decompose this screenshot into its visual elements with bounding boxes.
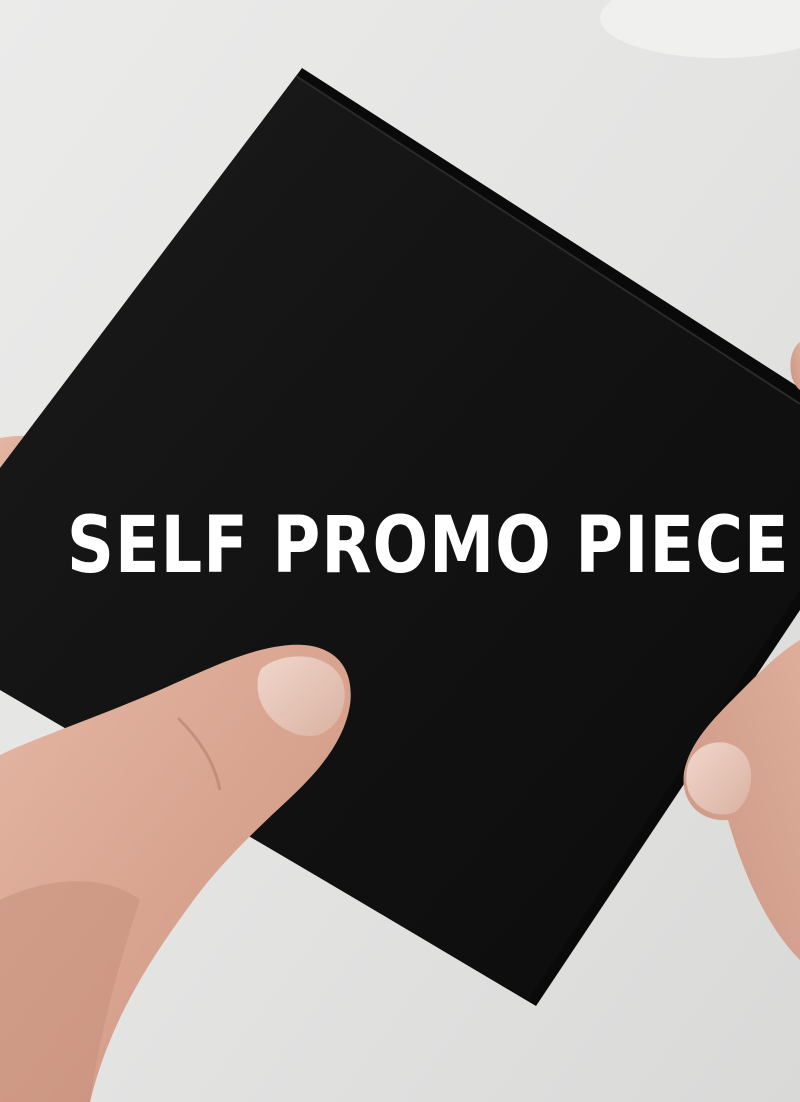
overlay-title: SELF PROMO PIECE	[66, 501, 790, 591]
